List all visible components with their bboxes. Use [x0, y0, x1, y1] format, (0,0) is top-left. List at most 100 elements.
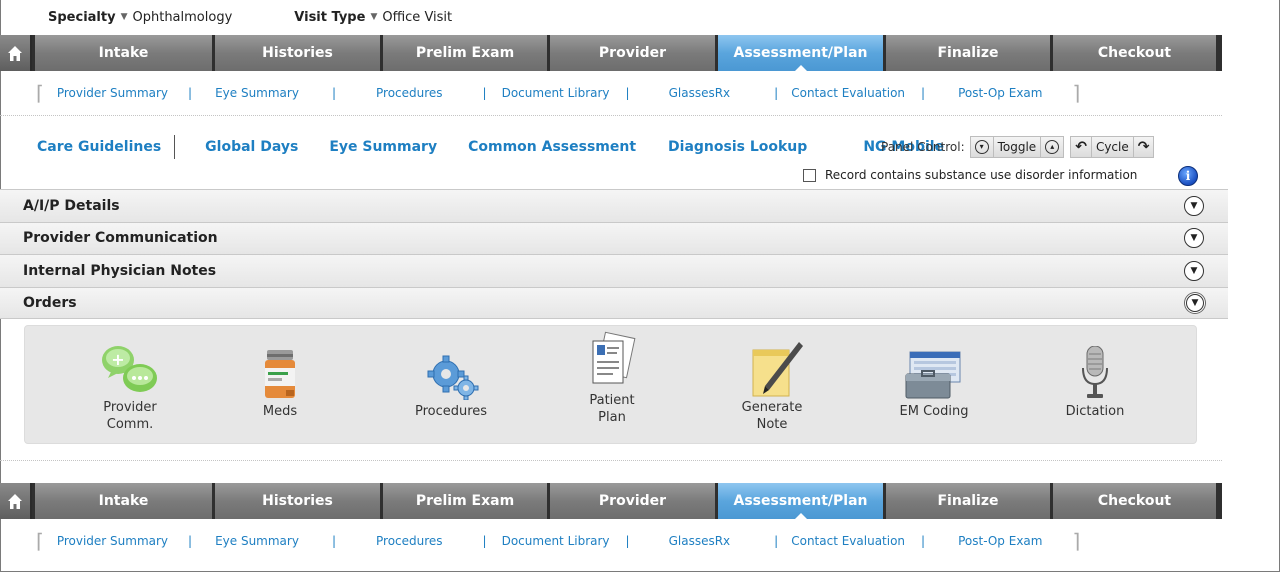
subnav-document-library[interactable]: Document Library	[502, 86, 610, 100]
medicine-bottle-icon	[235, 342, 325, 400]
subnav-post-op-exam[interactable]: Post-Op Exam	[958, 86, 1042, 100]
section-internal-physician-notes[interactable]: Internal Physician Notes ▼	[0, 254, 1228, 287]
sub-nav-bottom: ⌈ Provider Summary | Eye Summary | Proce…	[36, 529, 1080, 553]
tool-links: Care Guidelines Global Days Eye Summary …	[37, 135, 944, 159]
specialty-label: Specialty	[48, 9, 116, 25]
order-dictation[interactable]: Dictation	[1050, 342, 1140, 420]
tab-assessment-plan[interactable]: Assessment/Plan	[715, 35, 883, 72]
separator: |	[921, 534, 926, 548]
section-title: Internal Physician Notes	[23, 262, 217, 279]
cycle-button[interactable]: Cycle	[1091, 136, 1134, 158]
tab-prelim-exam[interactable]: Prelim Exam	[380, 483, 547, 519]
cycle-back-button[interactable]: ↶	[1070, 136, 1092, 158]
home-button[interactable]	[0, 483, 32, 519]
tab-histories[interactable]: Histories	[212, 35, 380, 71]
order-procedures[interactable]: Procedures	[406, 342, 496, 420]
subnav-document-library[interactable]: Document Library	[502, 534, 610, 548]
chat-bubbles-icon: +	[85, 326, 175, 400]
order-label: EM Coding	[899, 404, 969, 419]
visit-type-selector[interactable]: Visit Type ▼ Office Visit	[294, 10, 452, 25]
substance-use-label: Record contains substance use disorder i…	[825, 168, 1138, 182]
order-label: Generate Note	[741, 400, 803, 432]
left-bracket: ⌈	[36, 81, 44, 105]
separator: |	[774, 534, 779, 548]
orders-panel: + Provider Comm. Meds Procedures Patient…	[24, 325, 1197, 444]
tab-provider[interactable]: Provider	[547, 35, 715, 71]
tab-finalize[interactable]: Finalize	[883, 35, 1050, 71]
subnav-glassesrx[interactable]: GlassesRx	[669, 86, 731, 100]
subnav-provider-summary[interactable]: Provider Summary	[57, 534, 168, 548]
tab-assessment-plan[interactable]: Assessment/Plan	[715, 483, 883, 520]
dropdown-arrow-icon[interactable]: ▼	[370, 12, 377, 22]
chevron-down-icon[interactable]: ▼	[1184, 260, 1204, 281]
link-common-assessment[interactable]: Common Assessment	[468, 139, 636, 155]
order-label: Dictation	[1065, 404, 1125, 419]
subnav-contact-evaluation[interactable]: Contact Evaluation	[791, 534, 905, 548]
substance-use-checkbox[interactable]	[803, 168, 816, 182]
separator: |	[188, 534, 193, 548]
sub-nav-top: ⌈ Provider Summary | Eye Summary | Proce…	[36, 81, 1080, 105]
link-diagnosis-lookup[interactable]: Diagnosis Lookup	[668, 139, 807, 155]
left-bracket: ⌈	[36, 529, 44, 553]
order-provider-comm[interactable]: + Provider Comm.	[85, 326, 175, 433]
specialty-selector[interactable]: Specialty ▼ Ophthalmology	[48, 10, 232, 25]
link-global-days[interactable]: Global Days	[205, 139, 298, 155]
gears-icon	[406, 342, 496, 400]
info-icon[interactable]: i	[1178, 166, 1198, 186]
tab-intake[interactable]: Intake	[32, 35, 212, 71]
tab-checkout[interactable]: Checkout	[1050, 35, 1216, 71]
svg-text:+: +	[111, 350, 124, 369]
subnav-glassesrx[interactable]: GlassesRx	[669, 534, 731, 548]
section-provider-communication[interactable]: Provider Communication ▼	[0, 221, 1228, 254]
section-orders[interactable]: Orders ▼	[0, 286, 1228, 319]
link-care-guidelines[interactable]: Care Guidelines	[37, 139, 161, 155]
toggle-button[interactable]: Toggle	[993, 136, 1042, 158]
section-list: A/I/P Details ▼ Provider Communication ▼…	[0, 189, 1228, 319]
expand-all-button[interactable]: ▴	[1041, 136, 1065, 158]
divider	[0, 460, 1222, 461]
separator: |	[331, 534, 336, 548]
main-tab-bar-top: Intake Histories Prelim Exam Provider As…	[0, 35, 1222, 72]
order-meds[interactable]: Meds	[235, 342, 325, 420]
separator: |	[331, 86, 336, 100]
link-eye-summary[interactable]: Eye Summary	[329, 139, 437, 155]
collapse-all-button[interactable]: ▾	[969, 136, 994, 158]
chevron-down-icon[interactable]: ▼	[1186, 293, 1204, 312]
chevron-down-icon[interactable]: ▼	[1184, 228, 1204, 249]
home-button[interactable]	[0, 35, 32, 71]
subnav-contact-evaluation[interactable]: Contact Evaluation	[791, 86, 905, 100]
subnav-eye-summary[interactable]: Eye Summary	[215, 86, 299, 100]
dropdown-arrow-icon[interactable]: ▼	[121, 12, 128, 22]
separator: |	[625, 86, 630, 100]
separator: |	[921, 86, 926, 100]
chevron-down-icon[interactable]: ▼	[1184, 195, 1204, 216]
visit-type-label: Visit Type	[294, 9, 366, 25]
tab-bar-endcap	[1216, 483, 1222, 519]
tab-checkout[interactable]: Checkout	[1050, 483, 1216, 519]
tab-finalize[interactable]: Finalize	[883, 483, 1050, 519]
subnav-procedures[interactable]: Procedures	[376, 86, 443, 100]
tab-prelim-exam[interactable]: Prelim Exam	[380, 35, 547, 71]
panel-control-label: Panel Control:	[881, 140, 965, 154]
tab-provider[interactable]: Provider	[547, 483, 715, 519]
order-patient-plan[interactable]: Patient Plan	[567, 331, 657, 426]
tab-intake[interactable]: Intake	[32, 483, 212, 519]
order-em-coding[interactable]: EM Coding	[889, 342, 979, 420]
cycle-forward-button[interactable]: ↷	[1133, 136, 1155, 158]
home-icon	[8, 493, 22, 509]
tab-histories[interactable]: Histories	[212, 483, 380, 519]
subnav-eye-summary[interactable]: Eye Summary	[215, 534, 299, 548]
order-generate-note[interactable]: Generate Note	[727, 326, 817, 433]
note-pen-icon	[727, 326, 817, 400]
separator: |	[482, 86, 487, 100]
right-bracket: ⌉	[1072, 81, 1081, 105]
section-aip-details[interactable]: A/I/P Details ▼	[0, 189, 1228, 222]
redo-arrow-icon: ↷	[1137, 139, 1150, 155]
substance-use-checkbox-row: Record contains substance use disorder i…	[803, 166, 1137, 184]
subnav-post-op-exam[interactable]: Post-Op Exam	[958, 534, 1042, 548]
subnav-procedures[interactable]: Procedures	[376, 534, 443, 548]
subnav-provider-summary[interactable]: Provider Summary	[57, 86, 168, 100]
chevron-up-icon: ▴	[1045, 140, 1060, 154]
separator: |	[625, 534, 630, 548]
order-label: Procedures	[414, 404, 488, 419]
